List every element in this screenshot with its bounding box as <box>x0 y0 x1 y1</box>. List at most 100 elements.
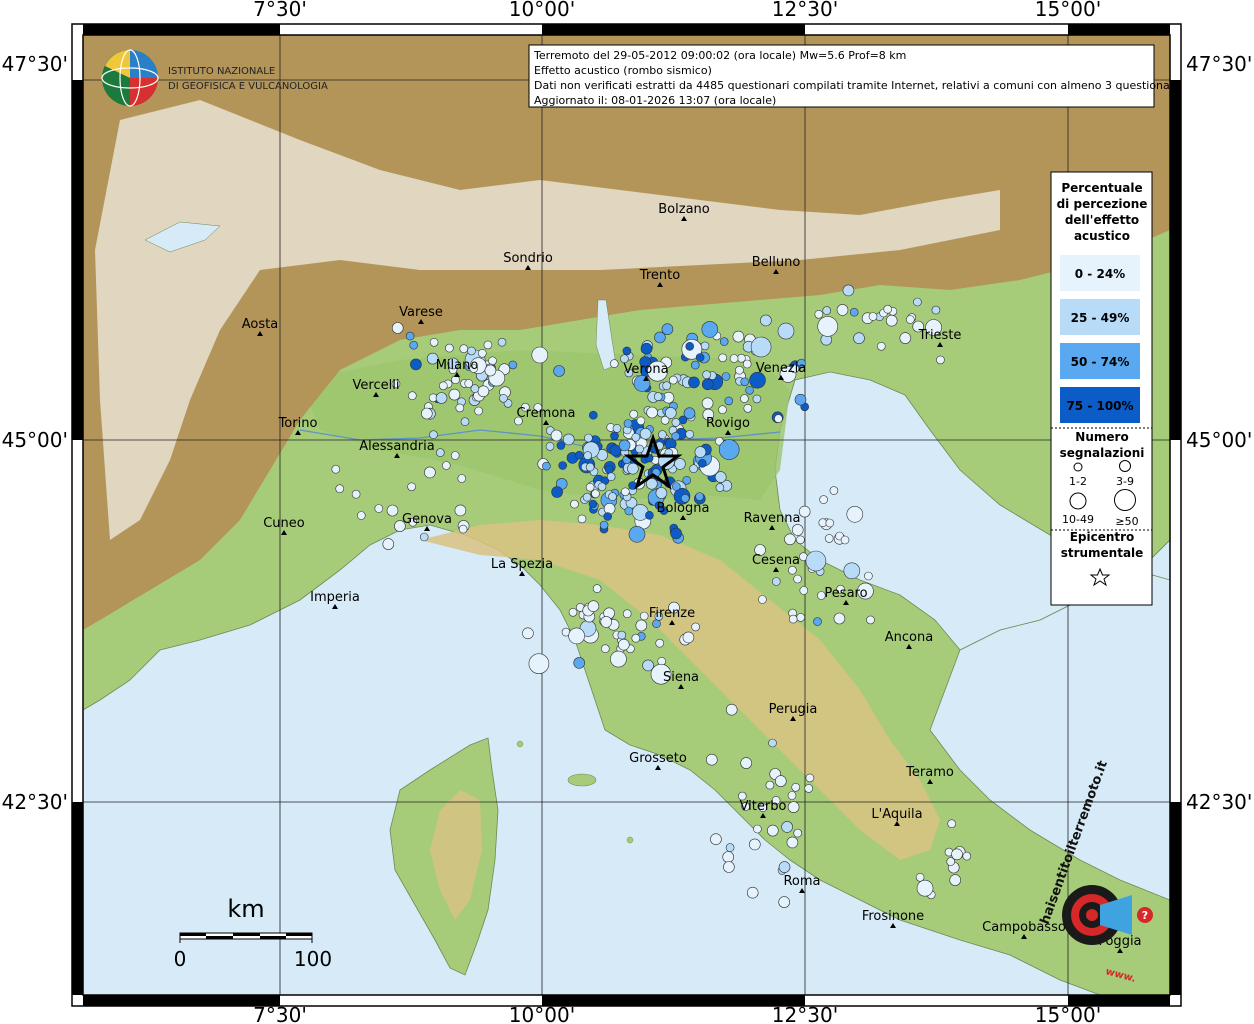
survey-point <box>618 439 631 452</box>
survey-point <box>947 819 957 829</box>
survey-point <box>631 633 641 643</box>
survey-point <box>715 483 725 492</box>
city-label: Campobasso <box>982 920 1066 935</box>
city-label: Milano <box>436 358 479 373</box>
survey-point <box>760 314 772 327</box>
survey-point <box>846 505 864 523</box>
survey-point <box>905 315 915 324</box>
survey-point <box>645 510 654 520</box>
logo-line-2: DI GEOFISICA E VULCANOLOGIA <box>168 81 328 92</box>
survey-point <box>685 429 695 439</box>
survey-point <box>701 397 714 410</box>
survey-point <box>962 851 972 861</box>
survey-point <box>409 340 419 350</box>
survey-point <box>732 330 745 343</box>
survey-point <box>796 535 805 545</box>
lat-label-right: 45°00' <box>1186 428 1252 452</box>
city-label: Siena <box>663 670 699 685</box>
survey-point <box>671 418 681 427</box>
survey-point <box>570 499 579 509</box>
header-line: Aggiornato il: 08-01-2026 13:07 (ora loc… <box>534 94 776 107</box>
survey-point <box>627 462 639 475</box>
survey-point <box>883 304 893 314</box>
survey-point <box>774 414 783 423</box>
survey-point <box>822 306 832 315</box>
survey-point <box>407 482 416 492</box>
survey-point <box>740 394 749 403</box>
survey-point <box>719 337 729 346</box>
survey-point <box>697 458 707 468</box>
survey-point <box>670 527 682 540</box>
survey-point <box>435 448 445 457</box>
survey-point <box>331 464 341 474</box>
header-line: Terremoto del 29-05-2012 09:00:02 (ora l… <box>533 49 906 62</box>
survey-point <box>382 538 395 550</box>
city-label: Belluno <box>752 255 801 270</box>
survey-point <box>777 322 795 340</box>
survey-point <box>701 378 714 391</box>
survey-point <box>725 843 735 852</box>
survey-point <box>483 340 493 350</box>
survey-point <box>718 353 728 363</box>
city-label: Perugia <box>769 702 818 717</box>
survey-point <box>829 486 839 495</box>
survey-point <box>610 431 619 441</box>
lon-label-top: 15°00' <box>1035 0 1101 21</box>
survey-point <box>633 375 651 392</box>
survey-point <box>689 464 698 474</box>
survey-point <box>718 405 727 415</box>
scale-unit: km <box>227 895 264 923</box>
survey-point <box>729 354 739 363</box>
survey-point <box>750 336 772 358</box>
survey-point <box>791 782 801 792</box>
city-label: Varese <box>399 305 443 320</box>
survey-point <box>771 577 781 586</box>
city-label: Alessandria <box>359 439 434 454</box>
survey-point <box>629 409 639 419</box>
legend-count-label: 1-2 <box>1069 475 1087 488</box>
survey-point <box>793 574 802 584</box>
survey-point <box>798 505 811 518</box>
survey-point <box>435 392 448 404</box>
survey-point <box>794 393 807 406</box>
lon-label-bottom: 12°30' <box>772 1003 838 1024</box>
survey-point <box>550 429 563 442</box>
survey-point <box>620 487 630 497</box>
lat-label-left: 42°30' <box>2 790 68 814</box>
lat-label-left: 45°00' <box>2 428 68 452</box>
survey-point <box>599 520 609 530</box>
survey-point <box>556 441 566 450</box>
survey-point <box>813 617 822 626</box>
survey-point <box>582 492 592 502</box>
survey-point <box>805 773 815 783</box>
survey-point <box>642 659 654 672</box>
survey-point <box>849 307 859 317</box>
survey-point <box>386 504 399 517</box>
legend-class-label: 0 - 24% <box>1075 267 1125 281</box>
header-line: Effetto acustico (rombo sismico) <box>534 64 712 77</box>
survey-point <box>588 499 598 509</box>
survey-point <box>885 314 898 327</box>
survey-point <box>819 495 828 504</box>
survey-point <box>488 356 497 366</box>
survey-point <box>458 524 468 534</box>
survey-point <box>351 489 361 499</box>
survey-point <box>745 385 754 395</box>
city-label: Trieste <box>918 328 962 343</box>
survey-point <box>631 432 641 442</box>
survey-point <box>724 396 734 406</box>
island-capraia <box>516 740 524 748</box>
survey-point <box>445 343 454 353</box>
survey-point <box>655 487 668 499</box>
survey-point <box>640 342 653 355</box>
city-label: Viterbo <box>740 799 787 814</box>
survey-point <box>585 482 595 492</box>
survey-point <box>497 337 507 347</box>
city-label: Imperia <box>310 590 360 605</box>
survey-point <box>746 886 759 899</box>
survey-point <box>843 562 861 580</box>
survey-point <box>685 341 695 351</box>
survey-point <box>778 861 791 873</box>
survey-point <box>591 489 600 499</box>
survey-point <box>840 535 850 545</box>
